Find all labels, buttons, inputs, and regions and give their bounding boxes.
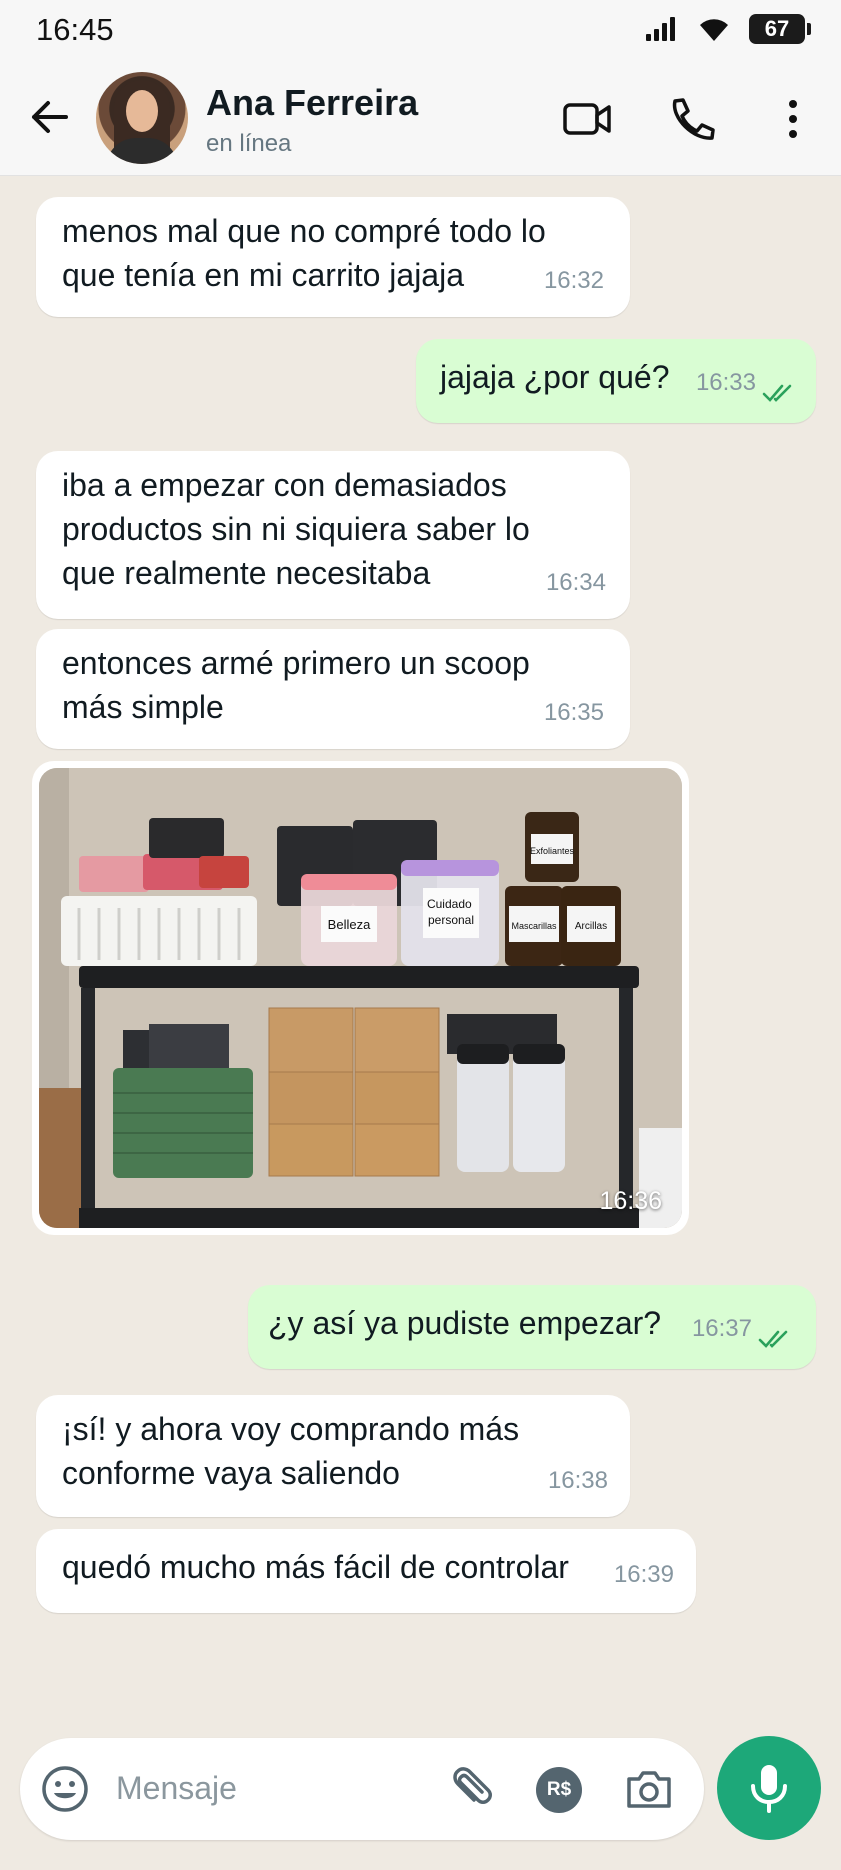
- wifi-icon: [700, 19, 728, 41]
- jar-label-arcillas: Arcillas: [575, 921, 607, 932]
- message-incoming[interactable]: menos mal que no compré todo lo que tení…: [36, 197, 630, 317]
- box-label-belleza: Belleza: [328, 917, 371, 932]
- message-outgoing[interactable]: ¿y así ya pudiste empezar? 16:37: [248, 1285, 816, 1369]
- message-time: 16:34: [545, 569, 606, 596]
- message-incoming[interactable]: entonces armé primero un scoop más simpl…: [36, 629, 630, 749]
- box-label-cuidado: Cuidado: [427, 897, 472, 911]
- message-time: 16:37: [691, 1315, 752, 1342]
- message-incoming[interactable]: iba a empezar con demasiados productos s…: [36, 451, 630, 619]
- payment-icon[interactable]: R$: [536, 1767, 582, 1813]
- message-incoming[interactable]: quedó mucho más fácil de controlar 16:39: [36, 1529, 696, 1613]
- image-message[interactable]: Belleza Cuidado personal Exfoliantes Mas…: [32, 761, 689, 1235]
- message-text: ¡sí! y ahora voy comprando más: [62, 1411, 520, 1447]
- message-text: que tenía en mi carrito jajaja: [62, 257, 464, 293]
- contact-name[interactable]: Ana Ferreira: [206, 82, 418, 124]
- message-time: 16:38: [547, 1467, 608, 1494]
- message-text: iba a empezar con demasiados: [62, 467, 507, 503]
- jar-label-exfoliantes: Exfoliantes: [530, 846, 575, 856]
- emoji-icon[interactable]: [40, 1764, 90, 1814]
- shelf-photo[interactable]: Belleza Cuidado personal Exfoliantes Mas…: [39, 768, 682, 1228]
- attach-icon[interactable]: [444, 1764, 494, 1814]
- status-time: 16:45: [36, 12, 114, 47]
- message-text: menos mal que no compré todo lo: [62, 213, 546, 249]
- microphone-button[interactable]: [717, 1736, 821, 1840]
- message-text: quedó mucho más fácil de controlar: [62, 1549, 569, 1585]
- status-bar: 16:45 67: [0, 0, 841, 60]
- chat-header: Ana Ferreira en línea: [0, 60, 841, 176]
- message-input-bar[interactable]: Mensaje R$: [20, 1738, 704, 1840]
- read-receipt-icon: [762, 384, 792, 402]
- message-incoming[interactable]: ¡sí! y ahora voy comprando más conforme …: [36, 1395, 630, 1517]
- message-outgoing[interactable]: jajaja ¿por qué? 16:33: [416, 339, 816, 423]
- message-time: 16:39: [613, 1561, 674, 1588]
- message-text: que realmente necesitaba: [62, 555, 431, 591]
- status-icons: 67: [645, 14, 811, 44]
- payment-label: R$: [546, 1779, 572, 1800]
- message-time: 16:33: [695, 369, 756, 396]
- shelf-photo-image: Belleza Cuidado personal Exfoliantes Mas…: [39, 768, 682, 1228]
- more-vert-icon[interactable]: [770, 96, 816, 142]
- read-receipt-icon: [758, 1330, 788, 1348]
- camera-icon[interactable]: [624, 1764, 674, 1814]
- signal-icon: [646, 17, 675, 41]
- message-text: jajaja ¿por qué?: [440, 359, 670, 395]
- battery-level: 67: [764, 16, 790, 41]
- message-time: 16:36: [599, 1187, 662, 1215]
- microphone-icon: [751, 1765, 787, 1813]
- message-text: ¿y así ya pudiste empezar?: [268, 1305, 662, 1341]
- message-text: entonces armé primero un scoop: [62, 645, 530, 681]
- avatar[interactable]: [96, 72, 188, 164]
- contact-status: en línea: [206, 130, 292, 157]
- message-time: 16:32: [543, 267, 604, 294]
- phone-icon[interactable]: [666, 96, 716, 142]
- message-time: 16:35: [543, 699, 604, 726]
- message-input[interactable]: Mensaje: [116, 1770, 237, 1807]
- message-text: conforme vaya saliendo: [62, 1455, 400, 1491]
- box-label-cuidado-line2: personal: [428, 913, 474, 927]
- jar-label-mascarillas: Mascarillas: [511, 921, 557, 931]
- back-arrow-icon[interactable]: [26, 94, 72, 140]
- message-text: productos sin ni siquiera saber lo: [62, 511, 530, 547]
- battery-icon: 67: [749, 14, 811, 44]
- video-call-icon[interactable]: [562, 96, 612, 142]
- chat-area[interactable]: menos mal que no compré todo lo que tení…: [0, 177, 841, 1737]
- message-text: más simple: [62, 689, 224, 725]
